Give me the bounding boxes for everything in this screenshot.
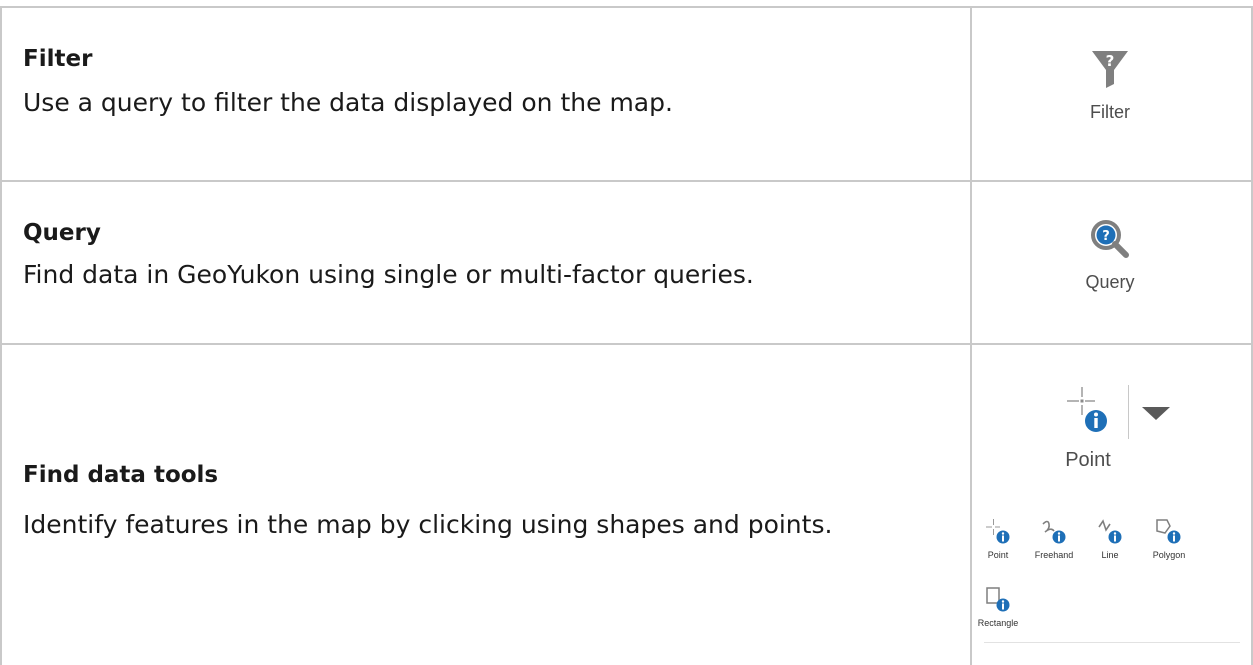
row-divider-2 [0, 343, 1253, 345]
split-button-divider [1128, 385, 1129, 439]
point-info-icon [1065, 385, 1111, 439]
filter-row-text: Filter Use a query to filter the data di… [23, 44, 673, 120]
rectangle-info-icon [984, 586, 1012, 616]
gallery-item-label: Freehand [1034, 550, 1074, 560]
filter-button[interactable]: ? Filter [1062, 48, 1158, 123]
gallery-item-rectangle[interactable]: Rectangle [966, 586, 1030, 628]
line-info-icon [1096, 518, 1124, 548]
svg-text:?: ? [1106, 52, 1115, 70]
table-border-top [0, 6, 1253, 8]
query-button[interactable]: ? Query [1062, 218, 1158, 293]
row-description: Identify features in the map by clicking… [23, 510, 833, 539]
query-magnifier-icon: ? [1089, 218, 1131, 264]
point-split-button[interactable]: Point [1040, 385, 1136, 472]
row-title: Find data tools [23, 462, 219, 488]
table-border-left [0, 6, 2, 665]
query-button-label: Query [1085, 272, 1135, 292]
freehand-info-icon [1040, 518, 1068, 548]
find-data-row-text: Find data tools Identify features in the… [23, 460, 832, 542]
svg-text:?: ? [1102, 229, 1110, 244]
filter-button-label: Filter [1090, 102, 1130, 122]
query-row-text: Query Find data in GeoYukon using single… [23, 218, 754, 292]
gallery-item-line[interactable]: Line [1078, 518, 1142, 560]
row-title: Filter [23, 46, 93, 72]
gallery-bottom-divider [984, 642, 1240, 643]
row-title: Query [23, 220, 101, 246]
gallery-item-polygon[interactable]: Polygon [1134, 518, 1204, 560]
chevron-down-icon[interactable] [1142, 406, 1170, 425]
gallery-item-label: Polygon [1152, 550, 1186, 560]
row-divider-1 [0, 180, 1253, 182]
filter-funnel-icon: ? [1090, 48, 1130, 94]
gallery-item-point[interactable]: Point [966, 518, 1030, 560]
point-button-label: Point [1065, 449, 1111, 471]
point-info-icon [984, 518, 1012, 548]
polygon-info-icon [1155, 518, 1183, 548]
row-description: Find data in GeoYukon using single or mu… [23, 260, 754, 289]
gallery-item-label: Rectangle [977, 618, 1019, 628]
column-divider [970, 6, 972, 665]
row-description: Use a query to filter the data displayed… [23, 88, 673, 117]
gallery-item-label: Point [987, 550, 1009, 560]
gallery-item-label: Line [1101, 550, 1119, 560]
gallery-item-freehand[interactable]: Freehand [1022, 518, 1086, 560]
